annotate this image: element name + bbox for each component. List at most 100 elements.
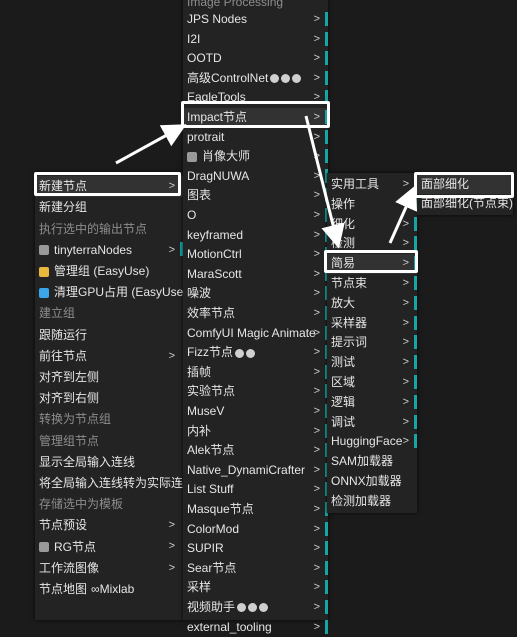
node-badge-icon: [248, 603, 258, 613]
category-item-6[interactable]: protrait >: [183, 128, 328, 148]
submenu-arrow-icon: >: [402, 277, 409, 289]
impact-item-16[interactable]: 检测加载器: [327, 492, 417, 512]
submenu-arrow-icon: >: [402, 415, 409, 428]
submenu-arrow-icon: >: [313, 209, 320, 221]
submenu-arrow-icon: >: [402, 197, 409, 210]
category-item-27[interactable]: SUPIR >: [183, 539, 328, 559]
category-item-26[interactable]: ColorMod >: [183, 520, 328, 540]
submenu-arrow-icon: >: [313, 13, 320, 25]
category-color-bar: [414, 236, 417, 251]
impact-item-11[interactable]: 逻辑 >: [327, 393, 417, 413]
impact-item-6[interactable]: 放大 >: [327, 294, 417, 314]
submenu-arrow-icon: >: [313, 522, 320, 535]
submenu-arrow-icon: >: [313, 169, 320, 182]
submenu-arrow-icon: >: [168, 243, 175, 256]
category-color-bar: [325, 129, 328, 144]
impact-item-7[interactable]: 采样器 >: [327, 314, 417, 334]
impact-item-0[interactable]: 实用工具 >: [327, 175, 417, 195]
main-menu-item-1[interactable]: 新建分组: [35, 197, 183, 218]
main-context-menu: 新建节点 > 新建分组 执行选中的输出节点 tinyterraNodes > 管理组 (Ea…: [35, 172, 195, 620]
main-menu-item-2[interactable]: 执行选中的输出节点: [35, 218, 183, 239]
category-item-14[interactable]: 噪波 >: [183, 284, 328, 304]
submenu-arrow-icon: >: [313, 483, 320, 496]
category-item-19[interactable]: 实验节点 >: [183, 382, 328, 402]
main-menu-item-9[interactable]: 对齐到左侧: [35, 367, 183, 388]
category-item-11[interactable]: keyframed >: [183, 226, 328, 246]
category-color-bar: [414, 295, 417, 310]
submenu-arrow-icon: >: [313, 463, 320, 476]
submenu-arrow-icon: >: [313, 150, 320, 163]
main-menu-item-19[interactable]: 节点地图 ∞Mixlab: [35, 579, 183, 600]
main-menu-item-4[interactable]: 管理组 (EasyUse): [35, 261, 183, 282]
impact-item-15[interactable]: ONNX加载器: [327, 472, 417, 492]
category-item-16[interactable]: ComfyUI Magic Animate >: [183, 324, 328, 344]
main-menu-item-5[interactable]: 清理GPU占用 (EasyUse): [35, 282, 187, 303]
submenu-arrow-icon: >: [168, 349, 175, 362]
main-menu-item-17[interactable]: RG节点 >: [35, 536, 183, 557]
impact-item-14[interactable]: SAM加载器: [327, 452, 417, 472]
category-item-31[interactable]: external_tooling >: [183, 618, 328, 637]
category-item-1[interactable]: I2I >: [183, 30, 328, 50]
node-badge-icon: [246, 348, 255, 358]
submenu-arrow-icon: >: [313, 130, 320, 143]
category-color-bar: [325, 619, 328, 634]
category-item-24[interactable]: List Stuff >: [183, 480, 328, 500]
submenu-arrow-icon: >: [402, 376, 409, 388]
category-item-0[interactable]: JPS Nodes >: [183, 10, 328, 30]
main-menu-item-10[interactable]: 对齐到右侧: [35, 388, 183, 409]
impact-item-2[interactable]: 细化 >: [327, 215, 417, 235]
category-item-15[interactable]: 效率节点 >: [183, 304, 328, 324]
submenu-arrow-icon: >: [313, 385, 320, 398]
annotation-box-new-node: [34, 172, 181, 196]
category-item-20[interactable]: MuseV >: [183, 402, 328, 422]
impact-item-5[interactable]: 节点束 >: [327, 274, 417, 294]
main-menu-item-12[interactable]: 管理组节点: [35, 430, 183, 451]
category-item-22[interactable]: Alek节点 >: [183, 441, 328, 461]
category-item-9[interactable]: 图表 >: [183, 186, 328, 206]
category-item-7[interactable]: 肖像大师 >: [183, 147, 328, 167]
submenu-arrow-icon: >: [313, 71, 320, 84]
category-item-10[interactable]: O >: [183, 206, 328, 226]
submenu-arrow-icon: >: [313, 542, 320, 555]
impact-item-10[interactable]: 区域 >: [327, 373, 417, 393]
submenu-arrow-icon: >: [313, 346, 320, 359]
category-item-23[interactable]: Native_DynamiCrafter >: [183, 461, 328, 481]
main-menu-item-8[interactable]: 前往节点 >: [35, 346, 183, 367]
category-item-13[interactable]: MaraScott >: [183, 265, 328, 285]
category-color-bar: [325, 600, 328, 614]
impact-item-9[interactable]: 测试 >: [327, 353, 417, 373]
category-item-8[interactable]: DragNUWA >: [183, 167, 328, 187]
impact-item-12[interactable]: 调试 >: [327, 413, 417, 433]
main-menu-item-14[interactable]: 将全局输入连线转为实际连线: [35, 473, 195, 494]
category-item-25[interactable]: Masque节点 >: [183, 500, 328, 520]
broom-icon: [39, 287, 49, 298]
main-menu-item-18[interactable]: 工作流图像 >: [35, 558, 183, 579]
impact-item-8[interactable]: 提示词 >: [327, 333, 417, 353]
main-menu-item-15[interactable]: 存储选中为模板: [35, 494, 183, 515]
submenu-arrow-icon: >: [313, 326, 320, 339]
submenu-arrow-icon: >: [313, 307, 320, 319]
impact-item-13[interactable]: HuggingFace >: [327, 432, 417, 452]
main-menu-item-13[interactable]: 显示全局输入连线: [35, 452, 183, 473]
submenu-arrow-icon: >: [402, 217, 409, 230]
category-color-bar: [325, 521, 328, 536]
main-menu-item-6[interactable]: 建立组: [35, 303, 183, 324]
impact-item-1[interactable]: 操作 >: [327, 195, 417, 215]
main-menu-item-11[interactable]: 转换为节点组: [35, 409, 183, 430]
category-item-30[interactable]: 视频助手 >: [183, 598, 328, 618]
main-menu-item-3[interactable]: tinyterraNodes >: [35, 240, 183, 261]
category-color-bar: [414, 216, 417, 231]
category-item-18[interactable]: 插帧 >: [183, 363, 328, 383]
main-menu-item-7[interactable]: 跟随运行: [35, 324, 183, 345]
submenu-arrow-icon: >: [168, 519, 175, 532]
category-item-28[interactable]: Sear节点 >: [183, 559, 328, 579]
category-item-17[interactable]: Fizz节点 >: [183, 343, 328, 363]
category-item-3[interactable]: 高级ControlNet >: [183, 69, 328, 89]
main-menu-item-16[interactable]: 节点预设 >: [35, 515, 183, 536]
category-item-12[interactable]: MotionCtrl >: [183, 245, 328, 265]
submenu-arrow-icon: >: [313, 189, 320, 202]
category-item-21[interactable]: 内补 >: [183, 422, 328, 442]
category-item-29[interactable]: 采样 >: [183, 578, 328, 598]
category-item-2[interactable]: OOTD >: [183, 49, 328, 69]
submenu-arrow-icon: >: [313, 561, 320, 574]
